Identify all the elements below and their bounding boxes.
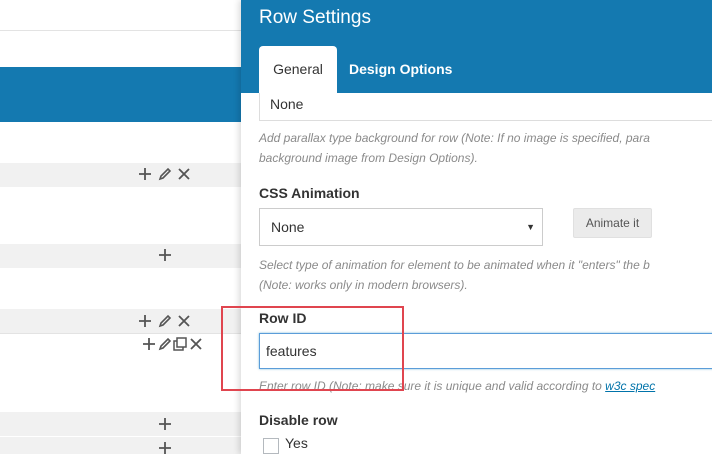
- disable-row-checkbox[interactable]: [263, 438, 279, 454]
- css-animation-label: CSS Animation: [259, 185, 360, 201]
- plus-icon[interactable]: [142, 337, 156, 351]
- builder-top-area: [0, 0, 241, 30]
- plus-icon[interactable]: [138, 314, 152, 328]
- row-controls-bar: [0, 244, 241, 268]
- panel-title: Row Settings: [259, 7, 371, 28]
- row-id-input[interactable]: features: [259, 333, 712, 369]
- builder-header-bar: [0, 67, 241, 122]
- css-animation-help-line1: Select type of animation for element to …: [259, 258, 650, 272]
- chevron-down-icon: ▼: [526, 222, 535, 232]
- page-builder-background: [0, 0, 241, 454]
- close-icon[interactable]: [178, 315, 190, 327]
- row-id-label: Row ID: [259, 310, 307, 326]
- disable-row-label: Disable row: [259, 412, 338, 428]
- animate-it-button[interactable]: Animate it: [573, 208, 652, 238]
- tab-general[interactable]: General: [259, 46, 337, 93]
- tab-design-options[interactable]: Design Options: [349, 46, 452, 93]
- clone-icon[interactable]: [173, 337, 187, 351]
- plus-icon[interactable]: [158, 417, 172, 431]
- row-controls-bar: [0, 412, 241, 436]
- plus-icon[interactable]: [138, 167, 152, 181]
- close-icon[interactable]: [190, 338, 202, 350]
- panel-header: Row Settings General Design Options: [241, 0, 712, 93]
- row-controls-bar: [0, 309, 241, 333]
- row-controls-bar: [0, 437, 241, 454]
- pencil-icon[interactable]: [158, 314, 172, 328]
- pencil-icon[interactable]: [158, 167, 172, 181]
- parallax-help-text-line1: Add parallax type background for row (No…: [259, 131, 650, 145]
- css-animation-value: None: [271, 219, 305, 235]
- divider: [0, 30, 241, 31]
- row-id-help-prefix: Enter row ID (Note: make sure it is uniq…: [259, 379, 606, 393]
- disable-row-option-label: Yes: [285, 435, 308, 451]
- row-settings-panel: Row Settings General Design Options None…: [241, 0, 712, 454]
- row-id-help-text: Enter row ID (Note: make sure it is uniq…: [259, 377, 655, 396]
- css-animation-help-line2: (Note: works only in modern browsers).: [259, 278, 468, 292]
- row-controls-bar: [0, 163, 241, 187]
- parallax-select[interactable]: None: [259, 93, 712, 121]
- close-icon[interactable]: [178, 168, 190, 180]
- pencil-icon[interactable]: [158, 337, 172, 351]
- parallax-help-text-line2: background image from Design Options).: [259, 151, 478, 165]
- plus-icon[interactable]: [158, 441, 172, 454]
- panel-body: None Add parallax type background for ro…: [241, 93, 712, 454]
- divider: [0, 333, 241, 334]
- css-animation-select[interactable]: None ▼: [259, 208, 543, 246]
- w3c-spec-link[interactable]: w3c spec: [605, 379, 655, 393]
- plus-icon[interactable]: [158, 248, 172, 262]
